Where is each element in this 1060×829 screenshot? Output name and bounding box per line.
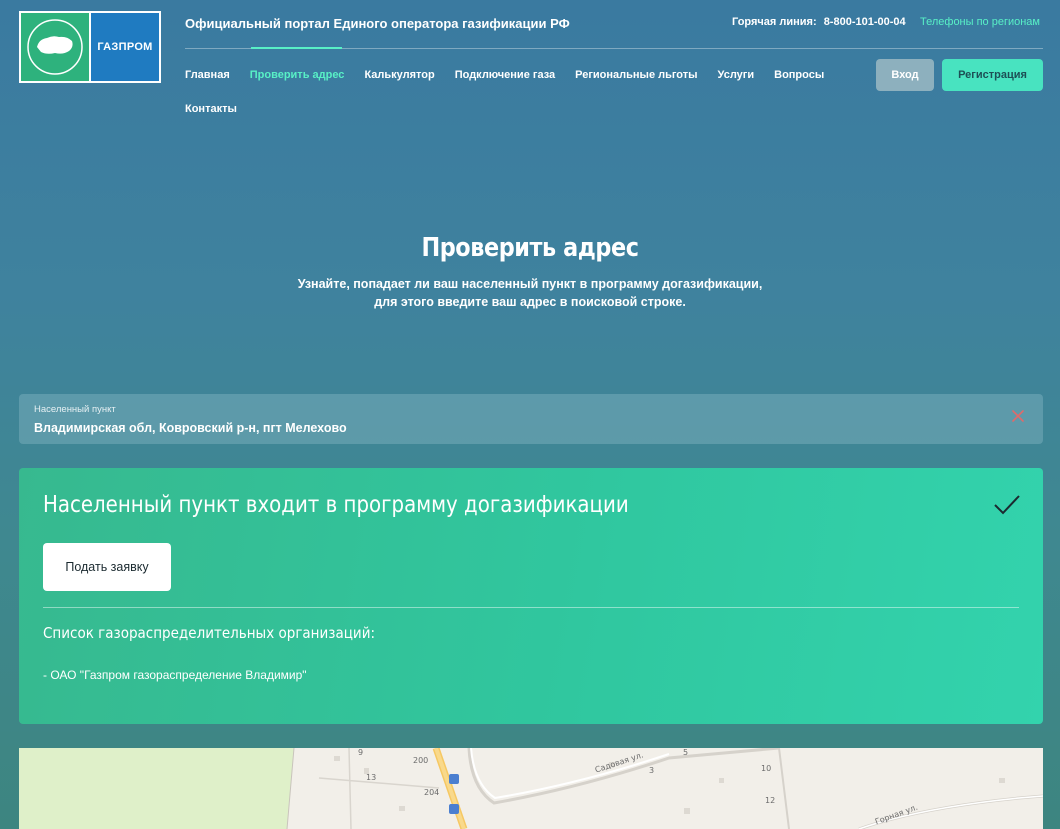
gas-orgs-title: Список газораспределительных организаций… <box>43 624 376 642</box>
nav-item-regional-benefits[interactable]: Региональные льготы <box>575 68 697 82</box>
nav-item-gas-connection[interactable]: Подключение газа <box>455 68 555 82</box>
nav-item-home[interactable]: Главная <box>185 68 230 82</box>
card-divider <box>43 607 1019 608</box>
result-card: Населенный пункт входит в программу дога… <box>19 468 1043 724</box>
map-label: 12 <box>765 796 776 805</box>
nav-item-check-address[interactable]: Проверить адрес <box>250 68 345 82</box>
map-label: 13 <box>366 773 377 782</box>
gas-org-item: - ОАО "Газпром газораспределение Владими… <box>43 668 307 682</box>
submit-application-button[interactable]: Подать заявку <box>43 543 171 591</box>
page-subtitle: Узнайте, попадает ли ваш населенный пунк… <box>0 275 1060 311</box>
map-label: 5 <box>683 748 689 757</box>
map-label: 3 <box>649 766 655 775</box>
check-icon <box>994 495 1020 515</box>
gazprom-logo-text: ГАЗПРОМ <box>97 41 153 53</box>
nav-item-contacts[interactable]: Контакты <box>185 102 237 116</box>
map-label: 204 <box>424 788 440 797</box>
close-icon[interactable] <box>1011 409 1025 423</box>
gazifikatsiya-logo-icon[interactable] <box>21 13 89 81</box>
address-search-label: Населенный пункт <box>34 404 116 415</box>
address-search-field[interactable]: Населенный пункт Владимирская обл, Ковро… <box>19 394 1043 444</box>
nav-item-calculator[interactable]: Калькулятор <box>364 68 434 82</box>
nav-item-questions[interactable]: Вопросы <box>774 68 824 82</box>
main-nav: Главная Проверить адрес Калькулятор Подк… <box>185 68 865 116</box>
map[interactable]: 9 200 13 204 Садовая ул. 5 3 10 12 Горна… <box>19 748 1043 829</box>
map-label: 9 <box>358 748 364 757</box>
logo-block[interactable]: ГАЗПРОМ <box>19 11 161 83</box>
page-title: Проверить адрес <box>421 233 639 263</box>
map-label: 200 <box>413 756 429 765</box>
gazprom-logo[interactable]: ГАЗПРОМ <box>91 13 159 81</box>
register-button[interactable]: Регистрация <box>942 59 1043 91</box>
login-button[interactable]: Вход <box>876 59 934 91</box>
portal-title: Официальный портал Единого оператора газ… <box>185 16 570 31</box>
active-nav-indicator <box>251 47 342 49</box>
map-label: 10 <box>761 764 772 773</box>
hotline: Горячая линия: 8-800-101-00-04 <box>732 16 906 28</box>
hotline-label: Горячая линия: <box>732 16 817 28</box>
regions-phones-link[interactable]: Телефоны по регионам <box>920 16 1040 28</box>
page-subtitle-line-2: для этого введите ваш адрес в поисковой … <box>374 295 686 309</box>
hotline-number[interactable]: 8-800-101-00-04 <box>824 16 906 28</box>
page-subtitle-line-1: Узнайте, попадает ли ваш населенный пунк… <box>297 277 763 291</box>
nav-item-services[interactable]: Услуги <box>718 68 755 82</box>
result-title: Населенный пункт входит в программу дога… <box>43 492 629 518</box>
address-search-value[interactable]: Владимирская обл, Ковровский р-н, пгт Ме… <box>34 421 347 435</box>
